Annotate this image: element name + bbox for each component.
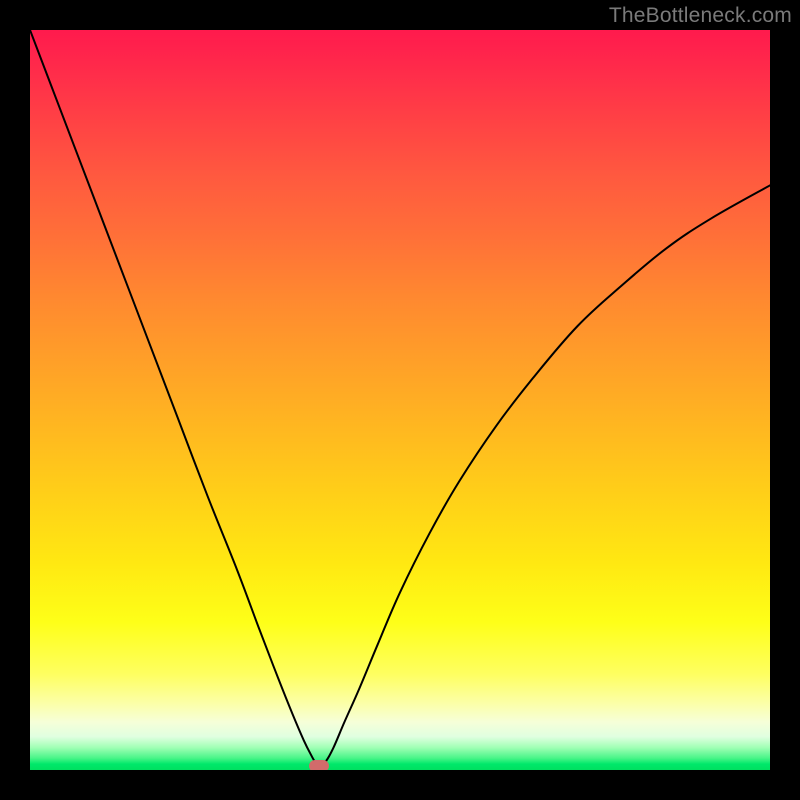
optimal-marker — [309, 760, 329, 770]
bottleneck-curve — [30, 30, 770, 766]
chart-frame: TheBottleneck.com — [0, 0, 800, 800]
watermark-text: TheBottleneck.com — [609, 4, 792, 28]
curve-svg — [30, 30, 770, 770]
plot-area — [30, 30, 770, 770]
